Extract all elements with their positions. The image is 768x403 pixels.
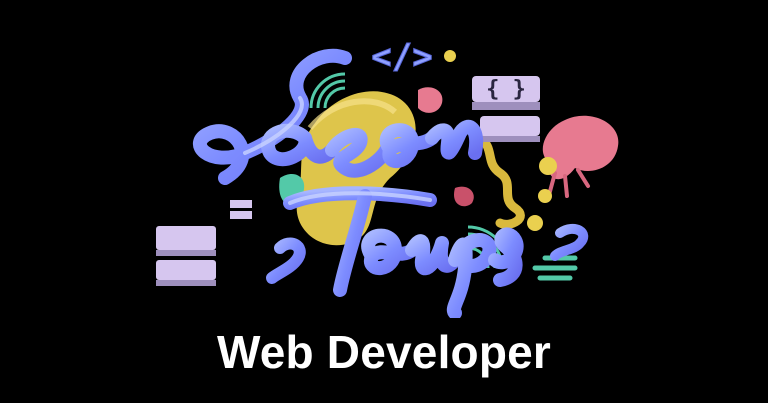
bracket-block-icon xyxy=(156,200,252,286)
curly-brace-block-icon: { } xyxy=(472,76,540,142)
svg-text:{ }: { } xyxy=(486,77,526,102)
pink-accent-shape xyxy=(418,87,443,113)
headline-web-developer: Web Developer xyxy=(216,326,552,378)
yellow-squiggle-shape xyxy=(475,133,525,229)
banner-canvas: { } </> Web Developer xyxy=(0,0,768,403)
jason-toups-logo: { } </> xyxy=(156,37,619,318)
code-glyph-icon: </> xyxy=(371,37,432,77)
comma-accent-shape xyxy=(266,237,306,284)
yellow-dot-shape xyxy=(539,157,557,175)
